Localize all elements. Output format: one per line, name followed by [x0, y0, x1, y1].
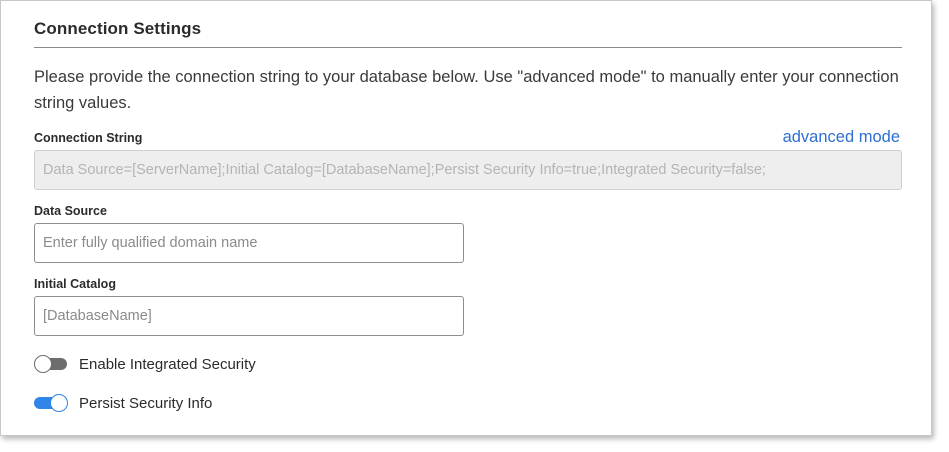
title-divider	[34, 47, 902, 48]
connection-string-label: Connection String	[34, 131, 143, 145]
integrated-security-toggle[interactable]	[34, 354, 68, 374]
persist-security-toggle[interactable]	[34, 393, 68, 413]
data-source-input[interactable]	[34, 223, 464, 263]
connection-settings-panel: Connection Settings Please provide the c…	[0, 0, 932, 436]
integrated-security-label: Enable Integrated Security	[79, 355, 256, 373]
advanced-mode-link[interactable]: advanced mode	[783, 128, 900, 147]
section-title: Connection Settings	[34, 19, 202, 38]
initial-catalog-input[interactable]	[34, 296, 464, 336]
connection-string-field	[34, 150, 902, 190]
toggle-knob	[34, 355, 52, 373]
persist-security-label: Persist Security Info	[79, 394, 213, 412]
persist-security-row: Persist Security Info	[34, 393, 212, 413]
data-source-label: Data Source	[34, 204, 107, 218]
toggle-knob	[50, 394, 68, 412]
section-description: Please provide the connection string to …	[34, 68, 899, 112]
initial-catalog-label: Initial Catalog	[34, 277, 116, 291]
integrated-security-row: Enable Integrated Security	[34, 354, 256, 374]
